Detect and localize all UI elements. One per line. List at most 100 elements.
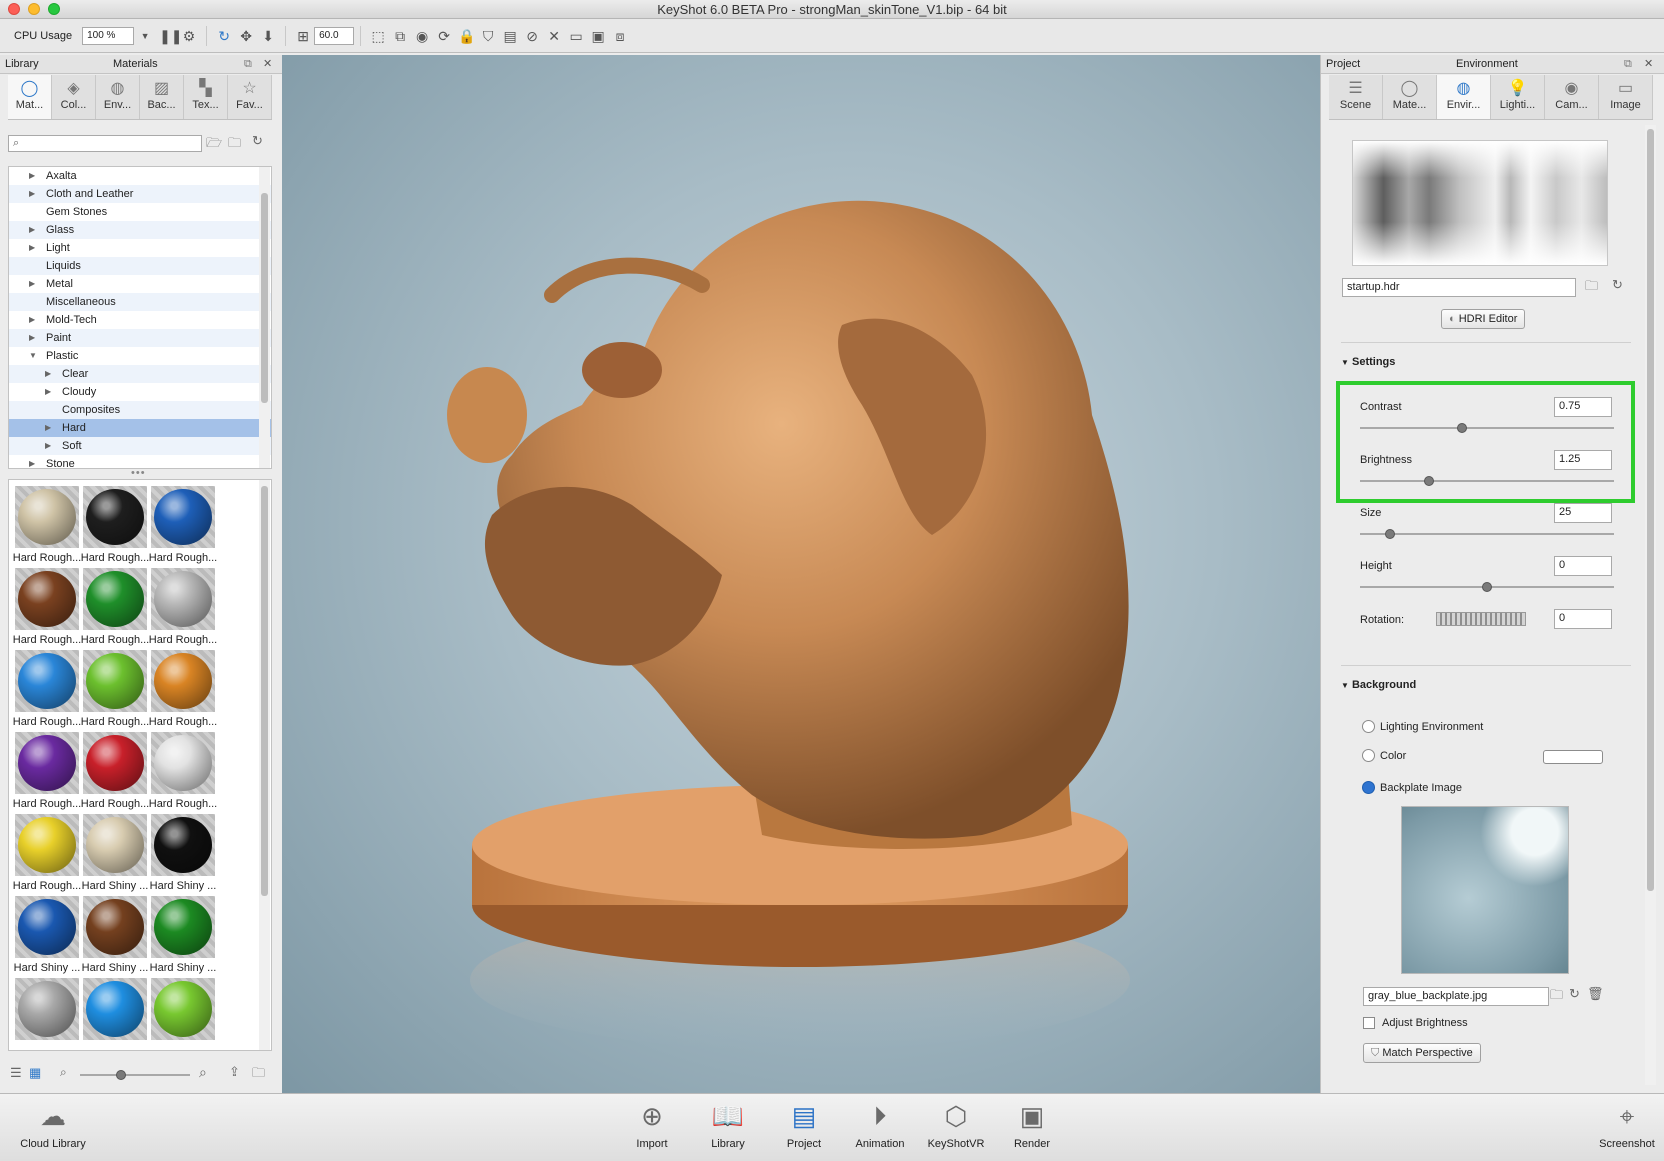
tree-item[interactable]: ▶ Light [9,239,271,257]
animation-button[interactable]: ⏵ Animation [845,1098,915,1150]
tab-backplates[interactable]: ▨ Bac... [140,75,184,119]
tree-item[interactable]: ▶ Cloth and Leather [9,185,271,203]
triangle-right-icon[interactable]: ▶ [29,239,39,257]
close-window-button[interactable] [8,3,20,15]
close-icon[interactable]: ✕ [1644,55,1653,74]
material-thumbnail[interactable]: Hard Rough... [79,564,151,651]
detach-icon[interactable]: ⧉ [244,55,252,74]
background-section-title[interactable]: ▼ Background [1341,679,1416,691]
lock-icon[interactable]: 🔒 [458,28,475,44]
material-thumbnail[interactable]: Hard Shiny ... [79,810,151,897]
detach-icon[interactable]: ⧉ [1624,55,1632,74]
close-icon[interactable]: ✕ [263,55,272,74]
backplate-file-field[interactable]: gray_blue_backplate.jpg [1363,987,1549,1006]
triangle-right-icon[interactable]: ▶ [45,419,55,437]
upload-icon[interactable]: ⇪ [229,1064,240,1080]
tab-environment[interactable]: ◍ Envir... [1437,75,1491,119]
project-scrollbar[interactable] [1645,125,1656,1085]
tree-item[interactable]: ▶ Glass [9,221,271,239]
material-thumbnail[interactable]: Hard Rough... [79,646,151,733]
fov-input[interactable]: 60.0 [314,26,355,45]
material-thumbnail[interactable]: Hard Rough... [147,564,219,651]
tree-item[interactable]: ▼ Plastic [9,347,271,365]
zoom-in-icon[interactable]: ⌕ [199,1064,207,1081]
add-folder-icon[interactable]: 🗁 [206,134,222,156]
refresh-icon[interactable]: ↻ [216,28,232,44]
size-slider[interactable] [1360,529,1614,539]
performance-mode-icon[interactable]: ⚙ [181,28,197,44]
material-thumbnail[interactable]: Hard Rough... [11,810,83,897]
thumbnail-size-slider[interactable] [80,1070,190,1080]
material-thumbnail[interactable]: Hard Rough... [11,728,83,815]
list-view-icon[interactable]: ☰ [10,1065,22,1081]
stack-icon[interactable]: ⧈ [612,28,628,44]
grid-scrollbar[interactable] [259,480,270,1050]
triangle-right-icon[interactable]: ▶ [29,275,39,293]
height-slider[interactable] [1360,582,1614,592]
backplate-preview-image[interactable] [1401,806,1569,974]
material-thumbnail[interactable]: Hard Shiny ... [147,810,219,897]
rotation-jog-wheel[interactable] [1436,612,1526,626]
presentation-icon[interactable]: ▭ [568,28,584,44]
folder-icon[interactable]: 🗀 [252,1064,265,1086]
tab-colors[interactable]: ◈ Col... [52,75,96,119]
folder-icon[interactable]: 🗀 [1550,986,1563,1008]
rotate-icon[interactable]: ⟳ [436,28,452,44]
drop-to-ground-icon[interactable]: ⬇ [260,28,276,44]
grid-view-icon[interactable]: ▦ [29,1065,41,1081]
adjust-brightness-checkbox[interactable] [1363,1017,1375,1029]
cpu-usage-select[interactable]: 100 % [82,26,135,45]
rotation-input[interactable]: 0 [1554,609,1612,629]
tab-image[interactable]: ▭ Image [1599,75,1653,119]
move-tool-icon[interactable]: ✕ [546,28,562,44]
tree-item[interactable]: ▶ Mold-Tech [9,311,271,329]
project-button[interactable]: ▤ Project [769,1098,839,1150]
cloud-library-button[interactable]: ☁ Cloud Library [18,1098,88,1150]
triangle-right-icon[interactable]: ▶ [29,455,39,468]
hdr-file-field[interactable]: startup.hdr [1342,278,1576,297]
import-button[interactable]: ⊕ Import [617,1098,687,1150]
hdri-editor-button[interactable]: ◐ HDRI Editor [1441,309,1526,329]
backplate-image-radio[interactable] [1362,781,1375,794]
material-thumbnail[interactable]: Hard Shiny ... [11,892,83,979]
triangle-right-icon[interactable]: ▶ [29,185,39,203]
material-thumbnail[interactable]: Hard Rough... [147,646,219,733]
material-thumbnail[interactable]: Hard Rough... [79,728,151,815]
screenshot-button[interactable]: ⌖ Screenshot [1592,1098,1662,1150]
hdri-preview-image[interactable] [1352,140,1608,266]
keyshotvr-button[interactable]: ⬡ KeyShotVR [921,1098,991,1150]
material-thumbnail[interactable]: Hard Rough... [147,482,219,569]
triangle-right-icon[interactable]: ▶ [29,329,39,347]
refresh-icon[interactable]: ↻ [1569,986,1580,1002]
material-thumbnail[interactable] [79,974,151,1050]
size-input[interactable]: 25 [1554,503,1612,523]
import-folder-icon[interactable]: 🗀 [228,134,241,156]
region-render-icon[interactable]: ⬚ [370,28,386,44]
shield-icon[interactable]: ⛉ [480,28,496,44]
camera-icon[interactable]: ◉ [414,28,430,44]
pause-icon[interactable]: ❚❚ [159,28,182,44]
terminal-icon[interactable]: ▣ [590,28,606,44]
zoom-window-button[interactable] [48,3,60,15]
tab-materials[interactable]: ◯ Mat... [8,75,52,119]
tree-item[interactable]: ▶ Metal [9,275,271,293]
match-perspective-button[interactable]: ⛉ Match Perspective [1363,1043,1481,1063]
tab-textures[interactable]: ▚ Tex... [184,75,228,119]
lighting-environment-radio[interactable] [1362,720,1375,733]
material-thumbnail[interactable]: Hard Rough... [11,482,83,569]
material-thumbnail[interactable]: Hard Rough... [147,728,219,815]
material-thumbnail[interactable]: Hard Shiny ... [79,892,151,979]
library-button[interactable]: 📖 Library [693,1098,763,1150]
triangle-right-icon[interactable]: ▶ [29,221,39,239]
trash-icon[interactable]: 🗑 [1587,986,1604,1002]
triangle-right-icon[interactable]: ▶ [45,365,55,383]
color-radio[interactable] [1362,749,1375,762]
settings-section-title[interactable]: ▼ Settings [1341,356,1395,368]
library-search-input[interactable]: ⌕ [8,135,202,152]
background-color-swatch[interactable] [1543,750,1603,764]
tab-favorites[interactable]: ☆ Fav... [228,75,272,119]
height-input[interactable]: 0 [1554,556,1612,576]
material-thumbnail[interactable]: Hard Rough... [79,482,151,569]
tree-item[interactable]: ▶ Soft [9,437,271,455]
folder-icon[interactable]: 🗀 [1585,277,1598,299]
